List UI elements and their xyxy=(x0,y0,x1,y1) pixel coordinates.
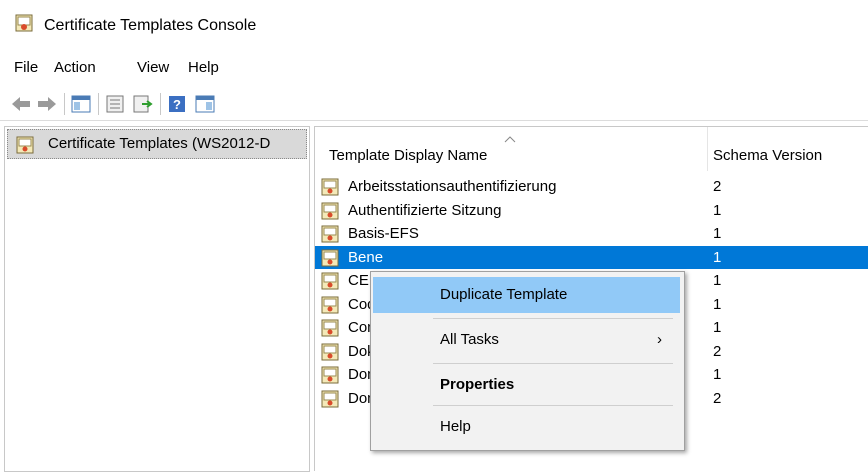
divider xyxy=(0,120,868,121)
certificate-template-icon xyxy=(16,136,34,158)
menu-item-label: Properties xyxy=(440,376,515,393)
window-title: Certificate Templates Console xyxy=(44,17,257,34)
column-header-display-name[interactable]: Template Display Name xyxy=(315,127,707,171)
svg-text:?: ? xyxy=(173,97,181,112)
menu-item-all-tasks[interactable]: All Tasks › xyxy=(373,322,680,358)
schema-version: 1 xyxy=(713,201,722,219)
back-arrow-icon[interactable] xyxy=(10,94,32,114)
template-name: Arbeitsstationsauthentifizierung xyxy=(348,178,557,195)
menu-item-label: All Tasks xyxy=(440,331,499,348)
tree-item-certificate-templates[interactable]: Certificate Templates (WS2012-D xyxy=(7,129,307,159)
table-row[interactable]: Basis-EFS 1 xyxy=(315,222,868,245)
menu-separator xyxy=(433,318,673,319)
table-row[interactable]: Bene 1 xyxy=(315,245,868,271)
certificate-template-icon xyxy=(321,319,339,341)
schema-version: 2 xyxy=(713,178,722,195)
certificate-template-icon xyxy=(321,343,339,365)
forward-arrow-icon[interactable] xyxy=(36,94,58,114)
tree-pane: Certificate Templates (WS2012-D xyxy=(4,126,310,472)
title-bar: Certificate Templates Console xyxy=(0,0,868,52)
column-header-label: Template Display Name xyxy=(329,147,488,164)
help-icon[interactable]: ? xyxy=(166,94,188,114)
menu-file[interactable]: File xyxy=(14,59,38,76)
template-name: Bene xyxy=(348,248,384,266)
show-hide-action-pane-icon[interactable] xyxy=(194,94,216,114)
certificate-template-icon xyxy=(321,296,339,318)
menu-bar: File Action View Help xyxy=(0,52,868,84)
template-name: Basis-EFS xyxy=(348,225,419,242)
sort-ascending-icon xyxy=(504,130,516,147)
menu-item-properties[interactable]: Properties xyxy=(373,367,680,403)
column-header-schema-version[interactable]: Schema Version xyxy=(708,127,868,171)
tree-item-label: Certificate Templates (WS2012-D xyxy=(48,135,271,152)
menu-view[interactable]: View xyxy=(137,59,169,76)
submenu-arrow-icon: › xyxy=(657,331,662,348)
certificate-template-icon xyxy=(321,366,339,388)
menu-item-label: Duplicate Template xyxy=(440,286,568,303)
properties-icon[interactable] xyxy=(104,94,126,114)
menu-item-duplicate-template[interactable]: Duplicate Template xyxy=(373,277,680,313)
schema-version: 1 xyxy=(713,248,722,266)
export-list-icon[interactable] xyxy=(132,94,154,114)
table-row[interactable]: Arbeitsstationsauthentifizierung 2 xyxy=(315,175,868,198)
column-header-label: Schema Version xyxy=(713,147,823,164)
toolbar-separator xyxy=(98,93,99,115)
certificate-template-icon xyxy=(321,202,339,224)
schema-version: 1 xyxy=(713,366,722,383)
certificate-template-icon xyxy=(321,249,339,271)
menu-item-label: Help xyxy=(440,418,471,435)
schema-version: 2 xyxy=(713,389,722,407)
certificate-console-icon xyxy=(14,13,34,37)
toolbar-separator xyxy=(64,93,65,115)
schema-version: 1 xyxy=(713,225,722,242)
toolbar: ? xyxy=(0,86,868,120)
certificate-template-icon xyxy=(321,272,339,294)
menu-item-help[interactable]: Help xyxy=(373,409,680,445)
toolbar-separator xyxy=(160,93,161,115)
menu-help[interactable]: Help xyxy=(188,59,219,76)
certificate-template-icon xyxy=(321,225,339,247)
table-row[interactable]: Authentifizierte Sitzung 1 xyxy=(315,199,868,222)
certificate-template-icon xyxy=(321,178,339,200)
schema-version: 1 xyxy=(713,319,722,336)
template-name: Authentifizierte Sitzung xyxy=(348,201,502,219)
menu-action[interactable]: Action xyxy=(54,59,96,76)
certificate-template-icon xyxy=(321,390,339,412)
context-menu: Duplicate Template All Tasks › Propertie… xyxy=(370,271,685,451)
schema-version: 1 xyxy=(713,272,722,289)
schema-version: 1 xyxy=(713,295,722,313)
show-hide-tree-icon[interactable] xyxy=(70,94,92,114)
menu-separator xyxy=(433,405,673,406)
menu-separator xyxy=(433,363,673,364)
schema-version: 2 xyxy=(713,342,722,360)
